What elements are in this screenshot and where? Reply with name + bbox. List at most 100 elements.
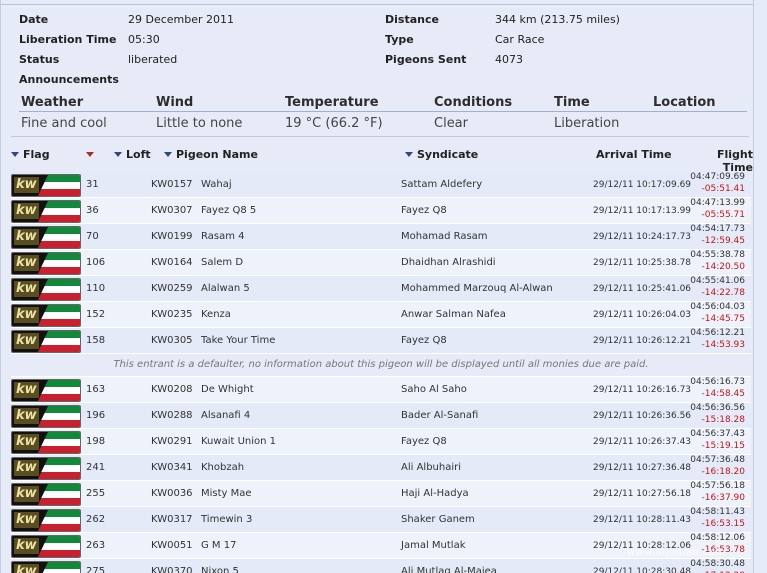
table-row[interactable]: kw 241 KW0341 Khobzah Ali Albuhairi 29/12/11 … xyxy=(11,455,751,481)
table-row[interactable]: kw 36 KW0307 Fayez Q8 5 Fayez Q8 29/12/11 10:… xyxy=(11,198,751,224)
pigeon-name[interactable]: Rasam 4 xyxy=(201,231,244,242)
table-row[interactable]: kw 31 KW0157 Wahaj Sattam Aldefery 29/12/11 1… xyxy=(11,172,751,198)
ring-number: KW0036 xyxy=(151,488,193,499)
arrival-time: 29/12/11 10:28:30.48 xyxy=(593,567,692,573)
kuwait-flag-icon: kw xyxy=(11,226,81,249)
sort-order-toggle[interactable] xyxy=(86,148,98,161)
pigeon-name[interactable]: Salem D xyxy=(201,257,243,268)
country-code: kw xyxy=(14,382,39,398)
sort-syndicate-column[interactable]: Syndicate xyxy=(405,148,478,161)
table-row[interactable]: kw 275 KW0370 Nixon 5 Ali Mutlaq Al-Maiea 29/… xyxy=(11,559,751,573)
country-code: kw xyxy=(14,333,39,349)
sort-flag-column[interactable]: Flag xyxy=(11,148,50,161)
kuwait-flag-icon: kw xyxy=(11,304,81,327)
pigeon-name[interactable]: Misty Mae xyxy=(201,488,252,499)
pigeon-name[interactable]: Fayez Q8 5 xyxy=(201,205,256,216)
country-code: kw xyxy=(14,434,39,450)
pigeon-name[interactable]: Kuwait Union 1 xyxy=(201,436,276,447)
arrival-time: 29/12/11 10:25:41.06 xyxy=(593,284,692,294)
distance-value: 344 km (213.75 miles) xyxy=(495,13,620,26)
arrival-time: 29/12/11 10:26:12.21 xyxy=(593,336,692,346)
loft-number: 163 xyxy=(86,384,106,395)
sort-pigeon-name-column[interactable]: Pigeon Name xyxy=(164,148,258,161)
sort-arrow-icon xyxy=(164,151,172,157)
time-behind: -14:45.75 xyxy=(701,314,746,324)
arrival-time: 29/12/11 10:26:36.56 xyxy=(593,411,692,421)
loft-number: 158 xyxy=(86,335,106,346)
conditions-header: Conditions xyxy=(434,95,513,110)
kuwait-flag-icon: kw xyxy=(11,509,81,532)
time-behind: -05:55.71 xyxy=(701,210,746,220)
time-value: Liberation xyxy=(554,116,620,131)
ring-number: KW0157 xyxy=(151,179,193,190)
defaulter-notice: This entrant is a defaulter, no informat… xyxy=(11,354,751,377)
table-row[interactable]: kw 163 KW0208 De Whight Saho Al Saho 29/12/11… xyxy=(11,377,751,403)
time-header: Time xyxy=(554,95,590,110)
table-row[interactable]: kw 110 KW0259 Alalwan 5 Mohammed Marzouq Al-… xyxy=(11,276,751,302)
table-row[interactable]: kw 106 KW0164 Salem D Dhaidhan Alrashidi 29/1… xyxy=(11,250,751,276)
wind-value: Little to none xyxy=(156,116,243,131)
table-row[interactable]: kw 262 KW0317 Timewin 3 Shaker Ganem 29/12/11… xyxy=(11,507,751,533)
table-row[interactable]: kw 255 KW0036 Misty Mae Haji Al-Hadya 29/12/1… xyxy=(11,481,751,507)
pigeon-name[interactable]: Kenza xyxy=(201,309,231,320)
pigeon-name[interactable]: Nixon 5 xyxy=(201,566,239,573)
syndicate-name: Jamal Mutlak xyxy=(401,540,466,551)
time-behind: -14:58.45 xyxy=(701,389,746,399)
kuwait-flag-icon: kw xyxy=(11,330,81,353)
pigeon-name[interactable]: Alsanafi 4 xyxy=(201,410,250,421)
time-behind: -14:22.78 xyxy=(701,288,746,298)
pigeon-name[interactable]: G M 17 xyxy=(201,540,236,551)
table-row[interactable]: kw 196 KW0288 Alsanafi 4 Bader Al-Sanafi 29/1… xyxy=(11,403,751,429)
loft-number: 31 xyxy=(86,179,99,190)
ring-number: KW0370 xyxy=(151,566,193,573)
time-behind: -16:53.15 xyxy=(701,519,746,529)
flight-time: 04:56:16.73 xyxy=(690,377,745,387)
arrival-time-column: Arrival Time xyxy=(596,148,672,161)
content-frame: Date 29 December 2011 Liberation Time 05… xyxy=(0,0,754,573)
syndicate-name: Fayez Q8 xyxy=(401,436,447,447)
time-behind: -16:37.90 xyxy=(701,493,746,503)
flight-time: 04:58:30.48 xyxy=(690,559,745,569)
syndicate-name: Dhaidhan Alrashidi xyxy=(401,257,496,268)
flight-time: 04:58:12.06 xyxy=(690,533,745,543)
pigeon-name[interactable]: Khobzah xyxy=(201,462,244,473)
kuwait-flag-icon: kw xyxy=(11,252,81,275)
kuwait-flag-icon: kw xyxy=(11,379,81,402)
date-value: 29 December 2011 xyxy=(128,13,235,26)
country-code: kw xyxy=(14,229,39,245)
table-row[interactable]: kw 70 KW0199 Rasam 4 Mohamad Rasam 29/12/11 1… xyxy=(11,224,751,250)
sort-loft-column[interactable]: Loft xyxy=(114,148,151,161)
temperature-value: 19 °C (66.2 °F) xyxy=(285,116,383,131)
time-behind: -14:20.50 xyxy=(701,262,746,272)
arrival-time: 29/12/11 10:27:36.48 xyxy=(593,463,692,473)
pigeon-name[interactable]: Take Your Time xyxy=(201,335,275,346)
pigeon-name[interactable]: Timewin 3 xyxy=(201,514,252,525)
watermark: www.aljoulan.com xyxy=(627,547,726,558)
flight-time: 04:57:36.48 xyxy=(690,455,745,465)
table-row[interactable]: kw 158 KW0305 Take Your Time Fayez Q8 29/12/1… xyxy=(11,328,751,354)
kuwait-flag-icon: kw xyxy=(11,535,81,558)
arrival-time: 29/12/11 10:17:13.99 xyxy=(593,206,692,216)
loft-number: 196 xyxy=(86,410,106,421)
pigeon-name[interactable]: Wahaj xyxy=(201,179,232,190)
loft-number: 106 xyxy=(86,257,106,268)
table-row[interactable]: kw 198 KW0291 Kuwait Union 1 Fayez Q8 29/12/1… xyxy=(11,429,751,455)
syndicate-name: Bader Al-Sanafi xyxy=(401,410,479,421)
country-code: kw xyxy=(14,512,39,528)
pigeon-name[interactable]: Alalwan 5 xyxy=(201,283,250,294)
ring-number: KW0341 xyxy=(151,462,193,473)
location-header: Location xyxy=(653,95,716,110)
sort-desc-icon xyxy=(86,151,94,157)
sort-arrow-icon xyxy=(11,151,19,157)
country-code: kw xyxy=(14,486,39,502)
time-behind: -15:19.15 xyxy=(701,441,746,451)
table-row[interactable]: kw 152 KW0235 Kenza Anwar Salman Nafea 29/12/… xyxy=(11,302,751,328)
arrival-time: 29/12/11 10:27:56.18 xyxy=(593,489,692,499)
syndicate-name: Fayez Q8 xyxy=(401,205,447,216)
country-code: kw xyxy=(14,281,39,297)
ring-number: KW0317 xyxy=(151,514,193,525)
kuwait-flag-icon: kw xyxy=(11,561,81,573)
pigeon-name[interactable]: De Whight xyxy=(201,384,254,395)
arrival-time: 29/12/11 10:17:09.69 xyxy=(593,180,692,190)
kuwait-flag-icon: kw xyxy=(11,483,81,506)
